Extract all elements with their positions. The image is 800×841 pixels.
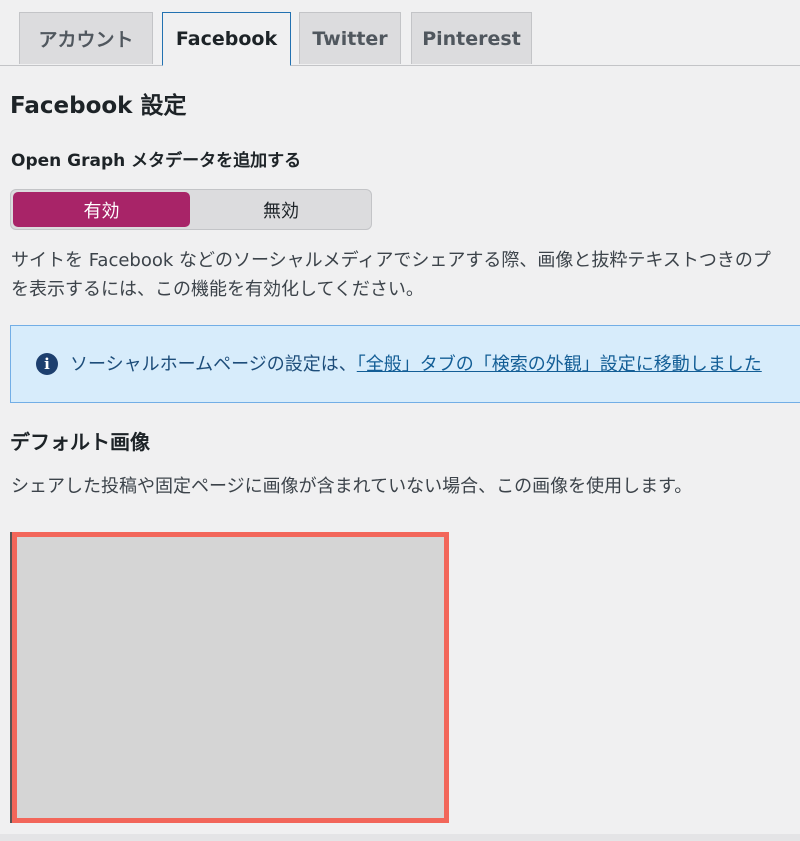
settings-tabs: アカウント Facebook Twitter Pinterest — [0, 0, 800, 66]
toggle-enabled-option[interactable]: 有効 — [13, 192, 190, 227]
default-image-placeholder[interactable] — [12, 532, 449, 823]
open-graph-toggle[interactable]: 有効 無効 — [10, 189, 372, 230]
notice-text-before: ソーシャルホームページの設定は、 — [70, 354, 357, 375]
description-line-2: を表示するには、この機能を有効化してください。 — [11, 279, 424, 300]
default-image-description: シェアした投稿や固定ページに画像が含まれていない場合、この画像を使用します。 — [11, 476, 693, 497]
info-icon: i — [36, 353, 58, 375]
info-notice: i ソーシャルホームページの設定は、「全般」タブの「検索の外観」設定に移動しまし… — [10, 325, 800, 403]
default-image-title: デフォルト画像 — [10, 430, 150, 454]
tab-facebook[interactable]: Facebook — [162, 12, 291, 66]
bottom-divider — [0, 834, 800, 841]
tab-account[interactable]: アカウント — [19, 12, 153, 64]
open-graph-label: Open Graph メタデータを追加する — [11, 151, 302, 171]
section-title: Facebook 設定 — [10, 93, 187, 119]
tab-pinterest[interactable]: Pinterest — [411, 12, 532, 64]
open-graph-description: サイトを Facebook などのソーシャルメディアでシェアする際、画像と抜粋テ… — [11, 246, 800, 304]
description-line-1: サイトを Facebook などのソーシャルメディアでシェアする際、画像と抜粋テ… — [11, 250, 771, 271]
notice-link[interactable]: 「全般」タブの「検索の外観」設定に移動しました — [357, 354, 762, 375]
toggle-disabled-option[interactable]: 無効 — [193, 192, 369, 227]
notice-text: ソーシャルホームページの設定は、「全般」タブの「検索の外観」設定に移動しました — [70, 350, 762, 376]
tab-twitter[interactable]: Twitter — [299, 12, 401, 64]
